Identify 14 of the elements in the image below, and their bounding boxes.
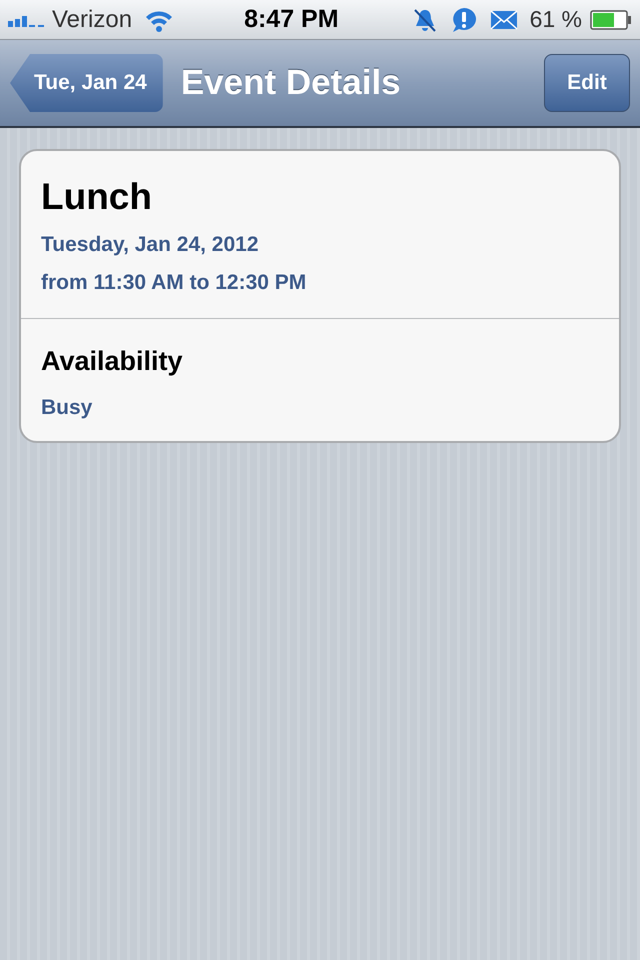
event-date: Tuesday, Jan 24, 2012 [41,232,260,258]
edit-button[interactable]: Edit [544,54,630,112]
screen-title: Event Details [180,62,401,104]
event-time: from 11:30 AM to 12:30 PM [41,270,308,296]
battery-icon [590,10,632,30]
availability-value: Busy [41,394,94,420]
back-button[interactable]: Tue, Jan 24 [10,54,163,112]
mail-icon [490,10,518,30]
clock-time: 8:47 PM [244,4,339,35]
carrier-name: Verizon [52,4,132,34]
availability-label: Availability [41,345,184,378]
event-title: Lunch [41,175,153,219]
battery-percent: 61 % [530,5,582,34]
muted-bell-icon [412,6,438,32]
